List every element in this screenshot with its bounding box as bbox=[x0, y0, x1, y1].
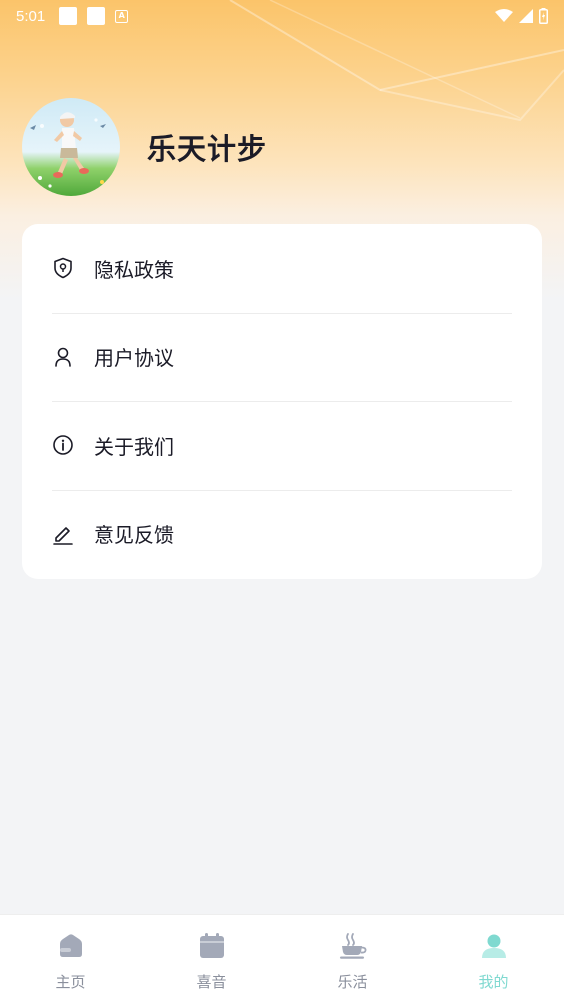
menu-item-label: 关于我们 bbox=[94, 434, 174, 459]
home-icon bbox=[56, 931, 86, 961]
bottom-tab-bar: 主页 喜音 乐活 我的 bbox=[0, 914, 564, 1004]
calendar-icon bbox=[197, 931, 227, 961]
menu-item-label: 用户协议 bbox=[94, 346, 174, 371]
profile-icon bbox=[479, 931, 509, 961]
tab-label: 主页 bbox=[55, 973, 86, 991]
shield-icon bbox=[52, 257, 74, 279]
tab-label: 乐活 bbox=[337, 973, 368, 991]
wifi-icon bbox=[495, 9, 513, 22]
tab-home[interactable]: 主页 bbox=[0, 915, 141, 1004]
status-time: 5:01 bbox=[16, 7, 46, 25]
notification-icon bbox=[87, 7, 106, 25]
menu-item-label: 意见反馈 bbox=[94, 523, 174, 548]
info-icon bbox=[52, 434, 74, 456]
tab-lehuo[interactable]: 乐活 bbox=[282, 915, 423, 1004]
coffee-cup-icon bbox=[338, 931, 368, 961]
settings-menu: 隐私政策 用户协议 关于我们 意见反馈 bbox=[22, 224, 542, 579]
battery-icon bbox=[539, 8, 548, 24]
app-name: 乐天计步 bbox=[147, 132, 268, 166]
tab-label: 我的 bbox=[478, 973, 509, 991]
menu-item-feedback[interactable]: 意见反馈 bbox=[22, 489, 542, 579]
tab-xiyin[interactable]: 喜音 bbox=[141, 915, 282, 1004]
app-notification-icon: A bbox=[115, 9, 129, 23]
menu-item-privacy-policy[interactable]: 隐私政策 bbox=[22, 224, 542, 313]
avatar[interactable] bbox=[22, 98, 120, 196]
notification-icon bbox=[59, 7, 78, 25]
signal-icon bbox=[519, 9, 533, 23]
tab-label: 喜音 bbox=[196, 973, 227, 991]
menu-item-about-us[interactable]: 关于我们 bbox=[22, 401, 542, 490]
user-icon bbox=[52, 346, 74, 368]
status-bar: 5:01 A bbox=[0, 0, 564, 32]
menu-item-label: 隐私政策 bbox=[94, 257, 174, 282]
runner-illustration bbox=[30, 112, 106, 188]
edit-icon bbox=[52, 523, 74, 545]
menu-item-user-agreement[interactable]: 用户协议 bbox=[22, 312, 542, 402]
tab-mine[interactable]: 我的 bbox=[423, 915, 564, 1004]
profile-header: 乐天计步 bbox=[22, 98, 267, 196]
